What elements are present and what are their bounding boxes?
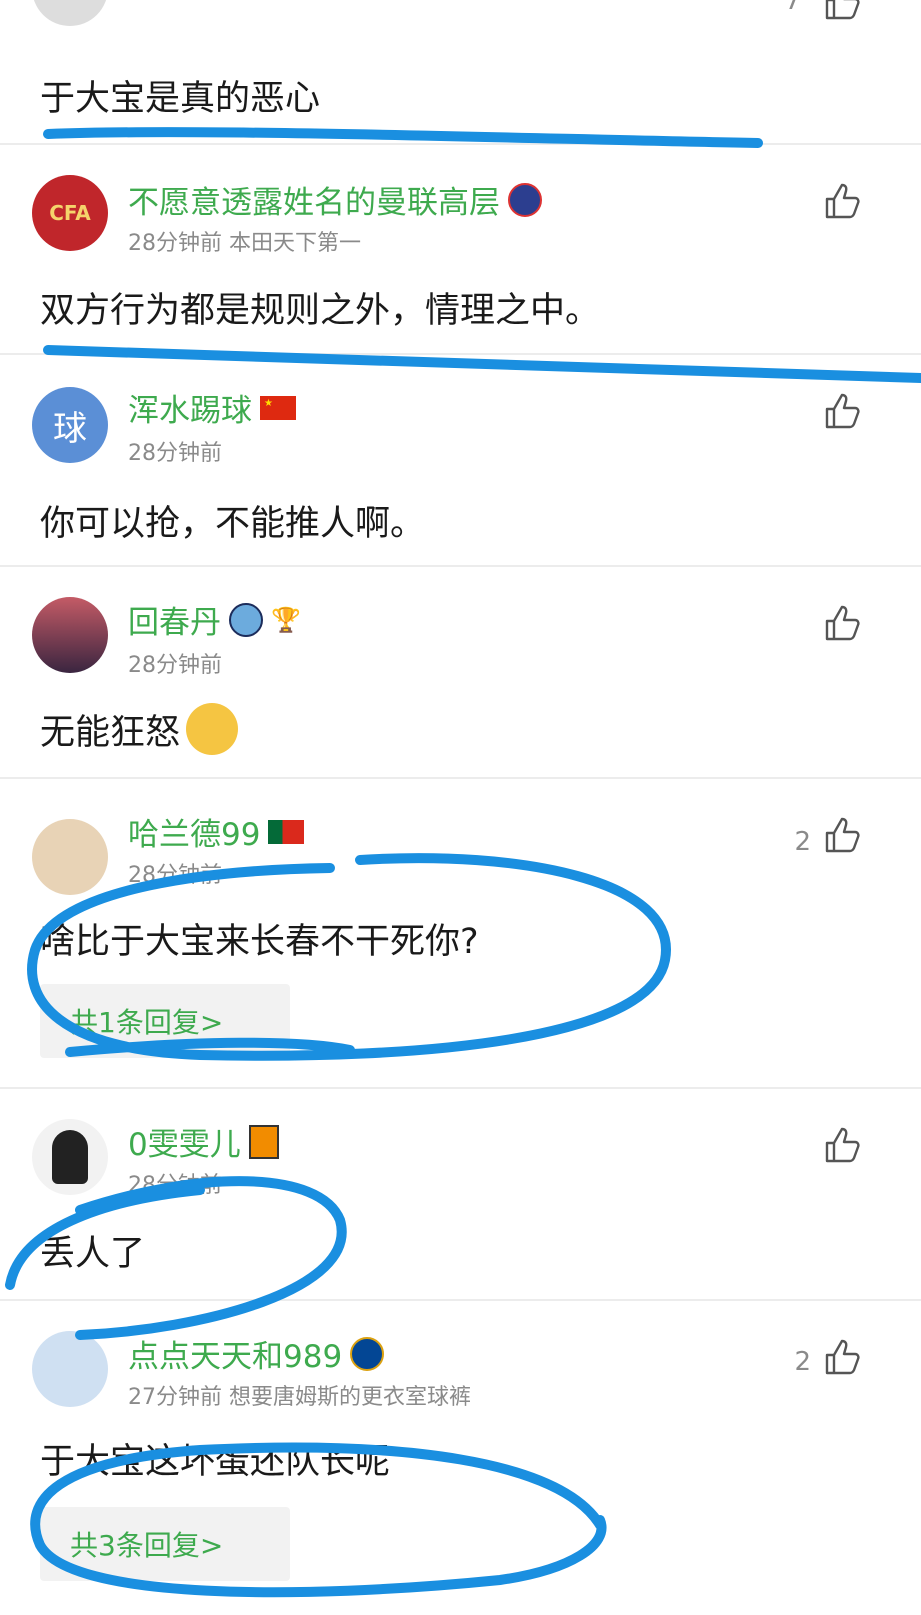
comment-text: 无能狂怒 xyxy=(40,703,239,755)
thumbs-up-icon[interactable] xyxy=(823,1337,863,1377)
comment-text-content: 无能狂怒 xyxy=(40,712,181,753)
avatar[interactable]: CFA xyxy=(32,175,108,251)
avatar[interactable] xyxy=(32,1331,108,1407)
comment-3: 回春丹 🏆 28分钟前 无能狂怒 xyxy=(0,567,921,775)
comment-5: 0雯雯儿 28分钟前 丢人了 xyxy=(0,1089,921,1297)
timestamp: 28分钟前 xyxy=(128,231,222,256)
username[interactable]: 0雯雯儿 xyxy=(128,1119,279,1164)
timestamp: 28分钟前 xyxy=(128,1173,222,1198)
comment-meta: 28分钟前 本田天下第一 xyxy=(128,225,361,257)
timestamp: 27分钟前 xyxy=(128,1385,222,1410)
comment-text: 丢人了 xyxy=(40,1234,146,1274)
thumbs-up-icon[interactable] xyxy=(823,0,863,22)
username[interactable]: 回春丹 🏆 xyxy=(128,597,301,642)
avatar-text: 球 xyxy=(53,408,87,449)
view-replies-button[interactable]: 共3条回复> xyxy=(40,1507,290,1581)
thumbs-up-icon[interactable] xyxy=(823,1125,863,1165)
avatar[interactable] xyxy=(32,1119,108,1195)
like-count: 2 xyxy=(794,827,811,857)
portugal-flag-icon xyxy=(268,819,305,844)
comment-text: 啥比于大宝来长春不干死你? xyxy=(40,922,479,962)
comment-text: 于大宝是真的恶心 xyxy=(40,79,321,119)
username[interactable]: 哈兰德99 xyxy=(128,809,305,854)
user-signature: 想要唐姆斯的更衣室球裤 xyxy=(229,1385,472,1410)
avatar[interactable] xyxy=(32,819,108,895)
thumbs-up-icon[interactable] xyxy=(823,181,863,221)
username-text: 哈兰德99 xyxy=(128,817,261,853)
comment-2: 球 浑水踢球 ★ 28分钟前 你可以抢，不能推人啊。 xyxy=(0,355,921,563)
like-count: 2 xyxy=(794,1347,811,1377)
trophy-icon: 🏆 xyxy=(271,605,301,634)
club-badge-icon xyxy=(248,1124,279,1159)
avatar-text: CFA xyxy=(49,201,91,225)
user-signature: 本田天下第一 xyxy=(229,231,362,256)
comment-text: 你可以抢，不能推人啊。 xyxy=(40,504,426,544)
comment-0: 7 于大宝是真的恶心 xyxy=(0,0,921,140)
club-badge-icon xyxy=(229,602,263,637)
comment-meta: 27分钟前 想要唐姆斯的更衣室球裤 xyxy=(128,1379,471,1411)
comment-4: 哈兰德99 28分钟前 2 啥比于大宝来长春不干死你? 共1条回复> xyxy=(0,779,921,1085)
view-replies-button[interactable]: 共1条回复> xyxy=(40,984,290,1058)
avatar[interactable] xyxy=(32,597,108,673)
comment-6: 点点天天和989 27分钟前 想要唐姆斯的更衣室球裤 2 于大宝这坏蛋还队长呢 … xyxy=(0,1301,921,1615)
thumbs-up-icon[interactable] xyxy=(823,603,863,643)
username-text: 回春丹 xyxy=(128,605,221,641)
thumbs-up-icon[interactable] xyxy=(823,391,863,431)
username[interactable]: 浑水踢球 ★ xyxy=(128,385,296,430)
username[interactable]: 点点天天和989 xyxy=(128,1331,385,1376)
emoji-icon xyxy=(186,703,239,755)
comment-1: CFA 不愿意透露姓名的曼联高层 28分钟前 本田天下第一 双方行为都是规则之外… xyxy=(0,145,921,353)
club-badge-icon xyxy=(508,182,542,217)
timestamp: 28分钟前 xyxy=(128,863,222,888)
username-text: 0雯雯儿 xyxy=(128,1127,241,1163)
like-count: 7 xyxy=(784,0,801,16)
avatar[interactable] xyxy=(32,0,108,26)
username[interactable]: 不愿意透露姓名的曼联高层 xyxy=(128,177,542,222)
username-text: 不愿意透露姓名的曼联高层 xyxy=(128,185,500,221)
comment-text: 于大宝这坏蛋还队长呢 xyxy=(40,1442,391,1482)
china-flag-icon: ★ xyxy=(260,395,296,420)
comment-text: 双方行为都是规则之外，情理之中。 xyxy=(40,291,601,331)
timestamp: 28分钟前 xyxy=(128,441,222,466)
thumbs-up-icon[interactable] xyxy=(823,815,863,855)
club-badge-icon xyxy=(350,1336,385,1371)
avatar[interactable]: 球 xyxy=(32,387,108,463)
username-text: 点点天天和989 xyxy=(128,1339,343,1375)
avatar-figure xyxy=(52,1130,88,1184)
timestamp: 28分钟前 xyxy=(128,653,222,678)
username-text: 浑水踢球 xyxy=(128,393,252,429)
